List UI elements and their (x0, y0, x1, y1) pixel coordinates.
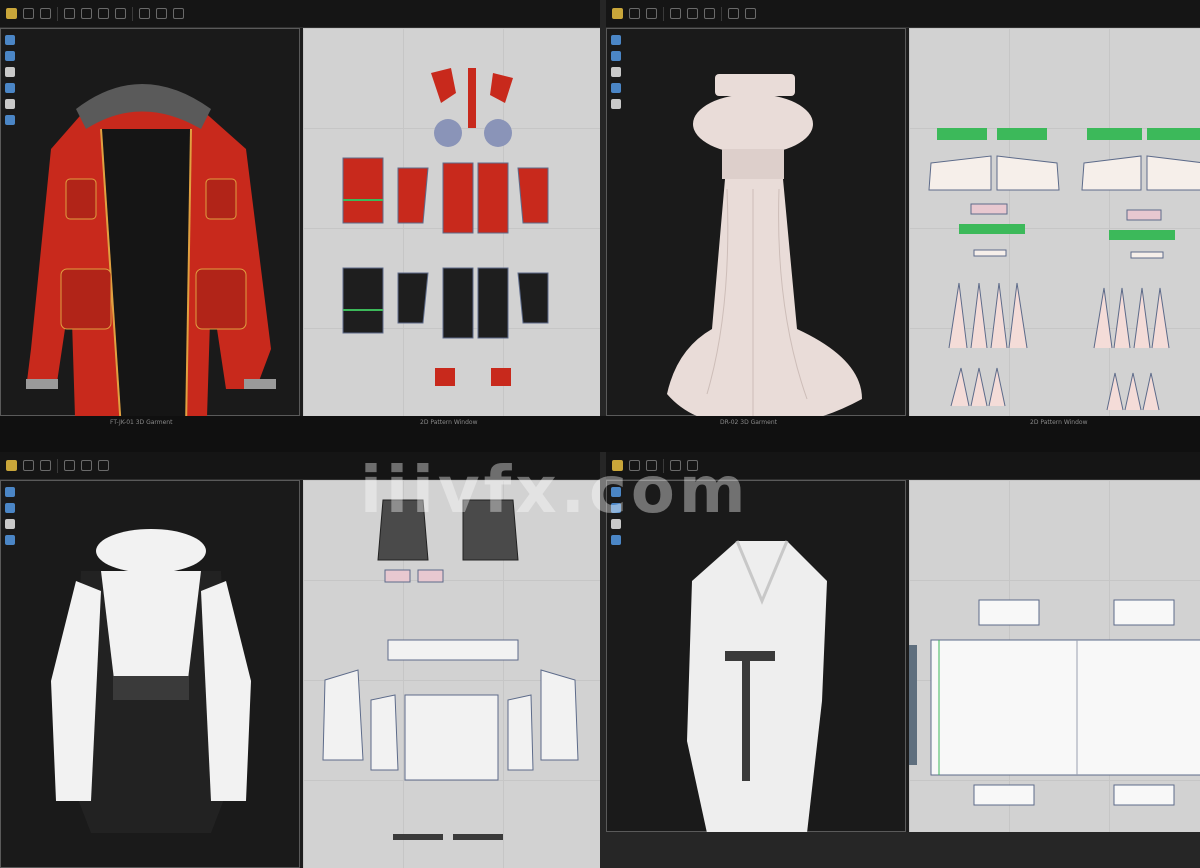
toolbar-icon[interactable] (173, 8, 184, 19)
toolbar (606, 452, 1200, 480)
toolbar (0, 0, 600, 28)
toolbar-separator (57, 458, 58, 473)
toolbar-icon[interactable] (704, 8, 715, 19)
robe-render (687, 540, 827, 832)
toolbar-separator (663, 458, 664, 473)
toolbar-separator (132, 6, 133, 21)
3d-viewport[interactable] (606, 28, 906, 416)
toolbar-icon[interactable] (98, 460, 109, 471)
jacket-render (26, 84, 276, 416)
toolbar-icon[interactable] (40, 8, 51, 19)
panel-caption: 2D Pattern Window (1030, 419, 1088, 426)
toolbar-icon[interactable] (64, 8, 75, 19)
2d-pattern-window[interactable] (909, 480, 1200, 832)
panel-blouse (0, 452, 600, 868)
panel-caption: DR-02 3D Garment (720, 419, 777, 426)
2d-pattern-window[interactable] (909, 28, 1200, 416)
3d-viewport[interactable] (0, 480, 300, 868)
toolbar-icon[interactable] (612, 460, 623, 471)
dress-render (667, 74, 862, 416)
2d-pattern-window[interactable] (303, 28, 600, 416)
toolbar-icon[interactable] (670, 8, 681, 19)
jacket-patterns (342, 68, 549, 386)
toolbar-icon[interactable] (646, 8, 657, 19)
toolbar-icon[interactable] (728, 8, 739, 19)
toolbar-icon[interactable] (687, 460, 698, 471)
toolbar-icon[interactable] (23, 8, 34, 19)
toolbar-icon[interactable] (156, 8, 167, 19)
toolbar-icon[interactable] (646, 460, 657, 471)
toolbar-separator (57, 6, 58, 21)
toolbar-icon[interactable] (81, 460, 92, 471)
toolbar-icon[interactable] (40, 460, 51, 471)
toolbar (606, 0, 1200, 28)
toolbar-icon[interactable] (670, 460, 681, 471)
3d-viewport[interactable] (0, 28, 300, 416)
toolbar-icon[interactable] (629, 460, 640, 471)
panel-caption: FT-JK-01 3D Garment (110, 419, 173, 426)
toolbar-icon[interactable] (6, 8, 17, 19)
toolbar-icon[interactable] (612, 8, 623, 19)
blouse-render (51, 529, 251, 833)
robe-patterns (909, 599, 1200, 806)
panel-robe (606, 452, 1200, 832)
toolbar (0, 452, 600, 480)
dress-patterns (928, 128, 1200, 411)
panel-jacket (0, 0, 600, 416)
toolbar-icon[interactable] (139, 8, 150, 19)
toolbar-icon[interactable] (6, 460, 17, 471)
toolbar-separator (721, 6, 722, 21)
toolbar-icon[interactable] (687, 8, 698, 19)
toolbar-icon[interactable] (64, 460, 75, 471)
toolbar-icon[interactable] (98, 8, 109, 19)
toolbar-icon[interactable] (629, 8, 640, 19)
toolbar-icon[interactable] (81, 8, 92, 19)
blouse-patterns (322, 499, 579, 840)
panel-divider: FT-JK-01 3D Garment DR-02 3D Garment 2D … (0, 416, 1200, 452)
panel-caption: 2D Pattern Window (420, 419, 478, 426)
2d-pattern-window[interactable] (303, 480, 600, 868)
panel-dress (606, 0, 1200, 416)
3d-viewport[interactable] (606, 480, 906, 832)
toolbar-icon[interactable] (23, 460, 34, 471)
toolbar-icon[interactable] (115, 8, 126, 19)
toolbar-icon[interactable] (745, 8, 756, 19)
toolbar-separator (663, 6, 664, 21)
